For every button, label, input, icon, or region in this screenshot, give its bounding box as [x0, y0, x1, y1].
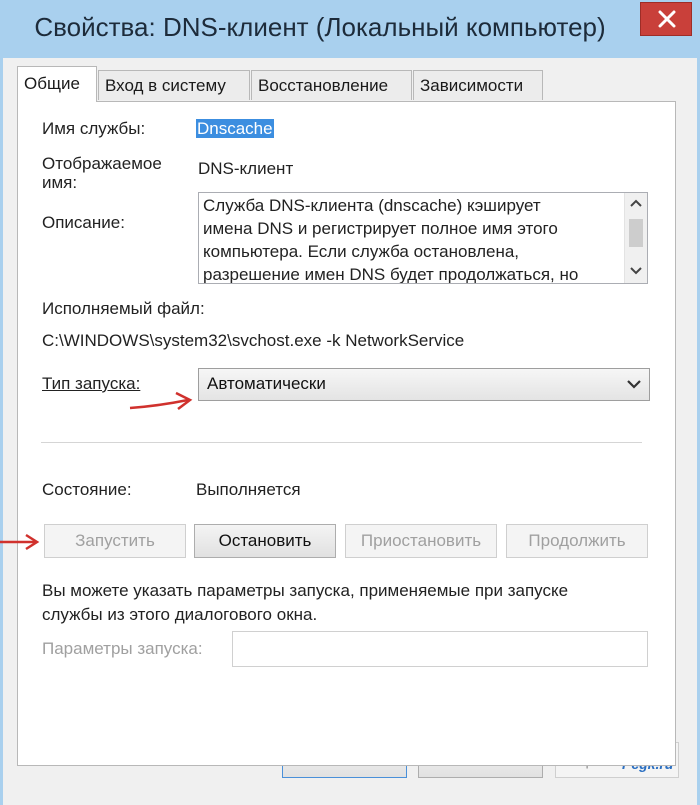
stop-button[interactable]: Остановить: [194, 524, 336, 558]
service-name-label: Имя службы:: [42, 119, 146, 138]
section-divider: [41, 442, 642, 443]
startup-type-value: Автоматически: [207, 374, 326, 393]
description-line: имена DNS и регистрирует полное имя этог…: [203, 219, 558, 238]
startup-type-label: Тип запуска:: [42, 374, 141, 393]
general-tab-panel: Имя службы: Dnscache Отображаемое имя: D…: [17, 101, 676, 766]
title-bar[interactable]: Свойства: DNS-клиент (Локальный компьюте…: [0, 0, 700, 58]
status-value: Выполняется: [196, 480, 301, 499]
description-label: Описание:: [42, 213, 125, 232]
description-text: Служба DNS-клиента (dnscache) кэширует и…: [203, 194, 623, 284]
start-button[interactable]: Запустить: [44, 524, 186, 558]
tab-general[interactable]: Общие: [17, 66, 97, 102]
service-name-value[interactable]: Dnscache: [196, 118, 274, 140]
hint-text-line2: службы из этого диалогового окна.: [42, 605, 318, 624]
annotation-arrow-icon: [0, 533, 40, 551]
startup-type-select[interactable]: Автоматически: [198, 368, 650, 401]
status-label: Состояние:: [42, 480, 132, 499]
description-textbox[interactable]: Служба DNS-клиента (dnscache) кэширует и…: [198, 192, 648, 284]
scroll-thumb[interactable]: [629, 219, 643, 247]
tab-dependencies[interactable]: Зависимости: [413, 70, 543, 100]
exe-label: Исполняемый файл:: [42, 299, 205, 318]
scroll-up-icon[interactable]: [630, 199, 642, 207]
dialog-client-area: Общие Вход в систему Восстановление Зави…: [3, 58, 697, 805]
description-line: разрешение имен DNS будет продолжаться, …: [203, 265, 579, 284]
annotation-arrow-icon: [129, 391, 193, 410]
description-line: компьютера. Если служба остановлена,: [203, 242, 520, 261]
service-name-text: Dnscache: [196, 119, 274, 138]
scroll-down-icon[interactable]: [630, 267, 642, 275]
description-scrollbar[interactable]: [624, 193, 647, 283]
exe-path: C:\WINDOWS\system32\svchost.exe -k Netwo…: [42, 331, 465, 350]
window-title: Свойства: DNS-клиент (Локальный компьюте…: [34, 12, 606, 42]
close-icon: [658, 10, 676, 28]
display-name-label: Отображаемое имя:: [42, 154, 162, 192]
display-name-value[interactable]: DNS-клиент: [198, 158, 293, 180]
chevron-down-icon: [627, 380, 641, 389]
service-properties-window: Свойства: DNS-клиент (Локальный компьюте…: [0, 0, 700, 805]
resume-button[interactable]: Продолжить: [506, 524, 648, 558]
pause-button[interactable]: Приостановить: [345, 524, 497, 558]
start-params-input[interactable]: [232, 631, 648, 667]
tab-recovery[interactable]: Восстановление: [251, 70, 412, 100]
hint-text-line1: Вы можете указать параметры запуска, при…: [42, 581, 569, 600]
description-line: Служба DNS-клиента (dnscache) кэширует: [203, 196, 541, 215]
tab-log-on[interactable]: Вход в систему: [98, 70, 250, 100]
start-params-label: Параметры запуска:: [42, 639, 203, 658]
close-button[interactable]: [640, 2, 692, 36]
